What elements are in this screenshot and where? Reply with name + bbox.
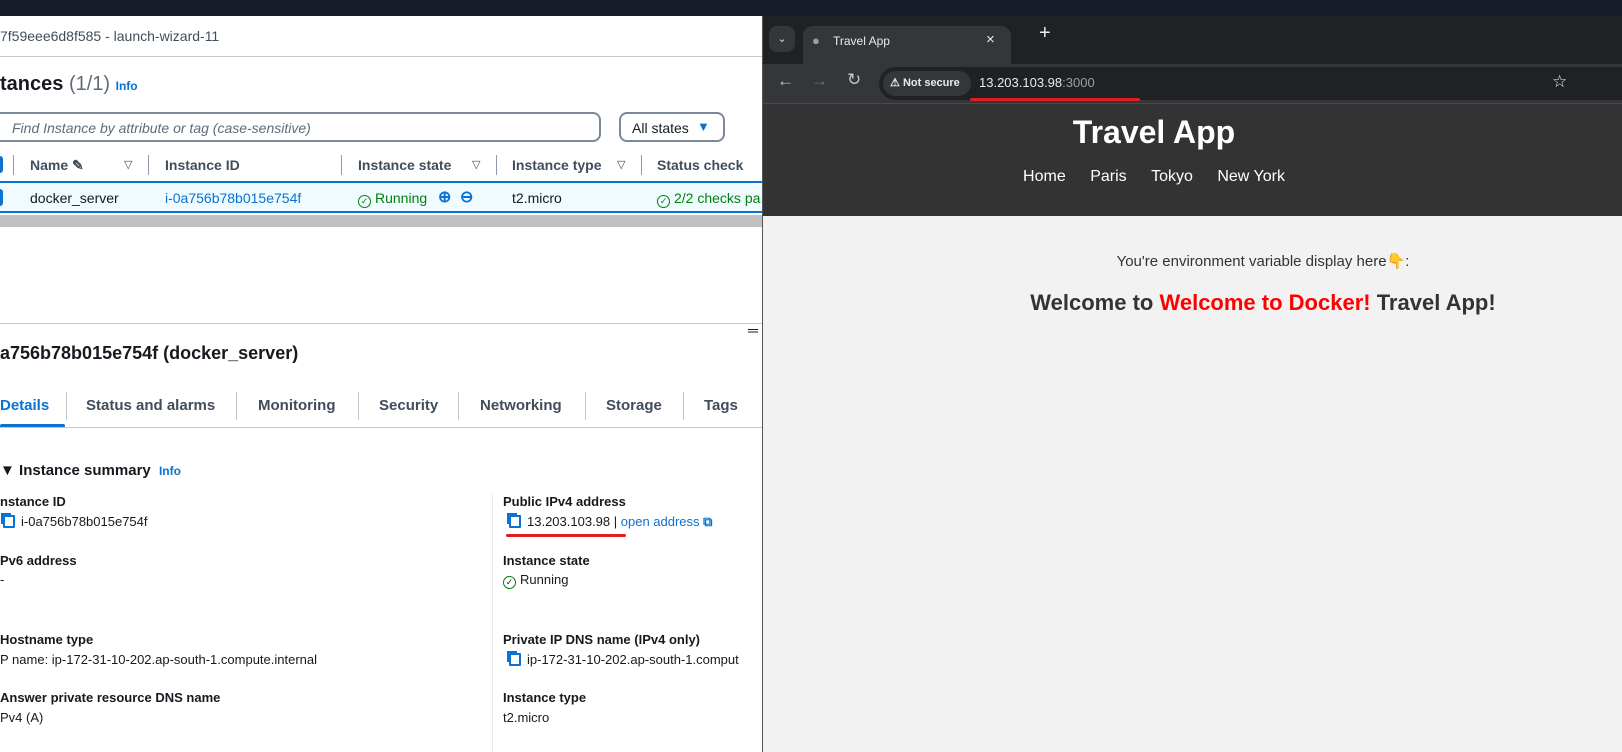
os-top-bar: [0, 0, 1622, 16]
page-title: tances (1/1) Info: [0, 73, 138, 95]
browser-chrome: ⌄ ● Travel App × + ← → ↻ ⚠ Not secure 13…: [763, 16, 1622, 104]
env-text: You're environment variable display here…: [1116, 253, 1410, 270]
breadcrumb: 7f59eee6d8f585 - launch-wizard-11: [0, 28, 220, 44]
red-underline-annotation: [970, 98, 1140, 101]
detail-tabs: Details Status and alarms Monitoring Sec…: [0, 390, 762, 428]
select-all-checkbox[interactable]: [0, 156, 3, 173]
nav-home[interactable]: Home: [1023, 168, 1066, 185]
column-instance-id[interactable]: Instance ID: [165, 157, 240, 173]
site-header: Travel App Home Paris Tokyo New York: [763, 104, 1622, 216]
row-checkbox[interactable]: [0, 189, 3, 206]
sort-icon[interactable]: ▽: [472, 158, 480, 171]
forward-icon[interactable]: →: [811, 71, 828, 91]
pencil-icon: ✎: [72, 157, 84, 173]
column-instance-state[interactable]: Instance state: [358, 157, 451, 173]
browser-tab[interactable]: ● Travel App ×: [803, 26, 1011, 64]
nav-tokyo[interactable]: Tokyo: [1151, 168, 1193, 185]
instance-id-link[interactable]: i-0a756b78b015e754f: [165, 190, 301, 206]
new-tab-icon[interactable]: +: [1039, 22, 1051, 45]
open-address-link[interactable]: open address: [621, 514, 700, 529]
public-ip-value: 13.203.103.98: [527, 514, 611, 529]
bookmark-star-icon[interactable]: ☆: [1552, 72, 1567, 92]
column-status-check[interactable]: Status check: [657, 157, 743, 173]
search-input[interactable]: Find Instance by attribute or tag (case-…: [0, 112, 601, 142]
sort-icon[interactable]: ▽: [617, 158, 625, 171]
tab-status-and-alarms[interactable]: Status and alarms: [86, 397, 215, 414]
aws-console: 7f59eee6d8f585 - launch-wizard-11 tances…: [0, 16, 762, 752]
instance-summary-toggle[interactable]: ▼ Instance summary Info: [0, 462, 181, 479]
not-secure-chip[interactable]: ⚠ Not secure: [883, 71, 971, 96]
column-instance-type[interactable]: Instance type: [512, 157, 601, 173]
external-link-icon: ⧉: [703, 514, 713, 529]
caret-down-icon: ▼: [697, 119, 710, 134]
site-title: Travel App: [1072, 114, 1236, 150]
info-link[interactable]: Info: [159, 464, 181, 478]
nav-new-york[interactable]: New York: [1217, 168, 1285, 185]
caret-down-icon: ▼: [0, 462, 15, 479]
info-link[interactable]: Info: [116, 79, 138, 93]
red-underline-annotation: [506, 534, 626, 537]
check-circle-icon: ✓: [657, 195, 670, 208]
nav-paris[interactable]: Paris: [1090, 168, 1126, 185]
zoom-in-icon[interactable]: ⊕: [438, 187, 451, 207]
copy-icon[interactable]: [509, 515, 521, 528]
check-circle-icon: ✓: [358, 195, 371, 208]
browser-window: ⌄ ● Travel App × + ← → ↻ ⚠ Not secure 13…: [762, 16, 1622, 752]
copy-icon[interactable]: [3, 515, 15, 528]
tab-security[interactable]: Security: [379, 397, 438, 414]
tab-storage[interactable]: Storage: [606, 397, 662, 414]
detail-title: a756b78b015e754f (docker_server): [0, 343, 299, 363]
tab-monitoring[interactable]: Monitoring: [258, 397, 335, 414]
column-name[interactable]: Name ✎: [30, 157, 84, 174]
warning-icon: ⚠: [890, 77, 900, 89]
resize-handle-icon[interactable]: ═: [748, 322, 758, 338]
close-tab-icon[interactable]: ×: [986, 31, 995, 48]
reload-icon[interactable]: ↻: [847, 70, 861, 90]
tab-tags[interactable]: Tags: [704, 397, 738, 414]
copy-icon[interactable]: [509, 653, 521, 666]
table-row[interactable]: docker_server i-0a756b78b015e754f ✓ Runni…: [0, 181, 762, 213]
site-nav: Home Paris Tokyo New York: [763, 168, 1545, 186]
state-filter-select[interactable]: All states ▼: [619, 112, 725, 142]
sort-icon[interactable]: ▽: [124, 158, 132, 171]
search-placeholder: Find Instance by attribute or tag (case-…: [12, 120, 311, 136]
horizontal-scrollbar[interactable]: [0, 215, 762, 227]
back-icon[interactable]: ←: [777, 71, 794, 91]
tab-networking[interactable]: Networking: [480, 397, 562, 414]
zoom-out-icon[interactable]: ⊖: [460, 187, 473, 207]
url-text[interactable]: 13.203.103.98:3000: [979, 75, 1095, 90]
tab-details[interactable]: Details: [0, 397, 49, 414]
welcome-heading: Welcome to Welcome to Docker! Travel App…: [1030, 290, 1496, 315]
tab-search-chevron-icon[interactable]: ⌄: [769, 26, 795, 52]
globe-icon: ●: [812, 33, 820, 48]
address-bar[interactable]: ⚠ Not secure 13.203.103.98:3000 ☆: [879, 67, 1622, 100]
check-circle-icon: ✓: [503, 576, 516, 589]
